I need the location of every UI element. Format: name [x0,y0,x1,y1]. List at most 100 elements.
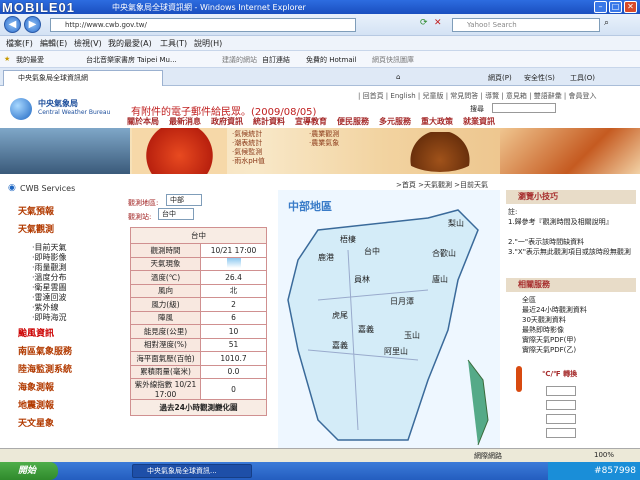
menu-edit[interactable]: 編輯(E) [40,38,67,49]
service-link[interactable]: 30天觀測資料 [522,316,566,325]
maximize-button[interactable]: □ [609,1,622,13]
map-place[interactable]: 日月潭 [390,296,414,307]
service-link[interactable]: 實際天氣PDF(乙) [522,346,576,355]
breadcrumb[interactable]: >首頁 >天氣觀測 >目前天氣 [396,180,488,190]
map-place[interactable]: 鹿港 [318,252,334,263]
nav-news[interactable]: 最新消息 [169,116,201,127]
taskbar: 開始 中央氣象局全球資訊... #857998 [0,462,640,480]
submenu-item[interactable]: ‧農業氣象 [309,139,339,148]
star-icon: ★ [4,55,11,63]
fav-link-4[interactable]: 免費的 Hotmail [306,55,357,65]
submenu-item[interactable]: ‧雨水pH值 [232,157,265,166]
tips-title: 瀏覽小技巧 [506,190,636,204]
nav-edu[interactable]: 宣導教育 [295,116,327,127]
cwb-services-icon: ◉ [8,183,16,193]
taskbar-item-ie[interactable]: 中央氣象局全球資訊... [132,464,252,478]
nav-gov[interactable]: 政府資訊 [211,116,243,127]
nav-policy[interactable]: 重大政策 [421,116,453,127]
map-place[interactable]: 阿里山 [384,346,408,357]
convert-button[interactable] [546,400,576,410]
obs-label: 天氣現象 [130,256,201,271]
service-link[interactable]: 最近24小時觀測資料 [522,306,587,315]
zoom-level[interactable]: 100% [594,451,614,459]
sidebar-item-astro[interactable]: 天文星象 [18,416,54,429]
forward-button[interactable]: ▶ [24,16,41,33]
sidebar-item-south[interactable]: 南區氣象服務 [18,344,72,357]
map-place[interactable]: 台中 [364,246,380,257]
search-icon[interactable]: ⌕ [604,18,609,28]
search-input[interactable]: Yahoo! Search [452,18,600,32]
tab-cwb[interactable]: 中央氣象局全球資訊網 [3,70,163,86]
menu-bar: 檔案(F) 編輯(E) 檢視(V) 我的最愛(A) 工具(T) 說明(H) [0,36,640,51]
menu-help[interactable]: 說明(H) [194,38,222,49]
obs-value: 51 [200,337,267,352]
favorites-button[interactable]: 我的最愛 [16,55,44,65]
menu-view[interactable]: 檢視(V) [74,38,102,49]
map-place[interactable]: 嘉義 [332,340,348,351]
refresh-icon[interactable]: ⟳ [420,18,428,28]
cwb-logo-icon [10,98,32,120]
site-search-input[interactable] [492,103,556,113]
fav-link-2[interactable]: 建議的網站 [222,55,257,65]
address-input[interactable]: http://www.cwb.gov.tw/ [50,18,356,32]
obs-label: 累積雨量(毫米) [130,364,201,379]
submenu-item[interactable]: ‧農業觀測 [309,130,339,139]
map-place[interactable]: 梧棲 [340,234,356,245]
nav-about[interactable]: 關於本局 [127,116,159,127]
obs-value: 北 [200,283,267,298]
submenu-item[interactable]: ‧氣候統計 [232,130,265,139]
obs-label: 溫度(℃) [130,270,201,285]
stop-icon[interactable]: ✕ [434,18,442,28]
close-button[interactable]: ✕ [624,1,637,13]
minimize-button[interactable]: – [594,1,607,13]
history-chart-link[interactable]: 過去24小時觀測變化圖 [130,399,267,416]
service-link[interactable]: 最熱即時影像 [522,326,564,335]
menu-tools[interactable]: 工具(T) [160,38,187,49]
sidebar-item-monitor[interactable]: 陸海監測系統 [18,362,72,375]
map-place[interactable]: 嘉義 [358,324,374,335]
nav-stats[interactable]: 統計資料 [253,116,285,127]
submenu-item[interactable]: ‧氣候監測 [232,148,265,157]
tools-menu[interactable]: 工具(O) [570,73,595,83]
sidebar-item-observation[interactable]: 天氣觀測 [18,222,54,235]
fav-link-1[interactable]: 台北音樂家書房 Taipei Mu... [86,55,177,65]
sidebar-item-forecast[interactable]: 天氣預報 [18,204,54,217]
site-top-links[interactable]: | 回首頁 | English | 兒童版 | 常見問答 | 導覽 | 意見箱 … [358,91,597,101]
submenu-item[interactable]: ‧潮表統計 [232,139,265,148]
nav-service[interactable]: 便民服務 [337,116,369,127]
home-icon[interactable]: ⌂ [396,73,400,81]
safety-menu[interactable]: 安全性(S) [524,73,555,83]
convert-button-2[interactable] [546,428,576,438]
nav-multi[interactable]: 多元服務 [379,116,411,127]
fav-link-3[interactable]: 自訂連結 [262,55,290,65]
map-place[interactable]: 廬山 [432,274,448,285]
page-menu[interactable]: 網頁(P) [488,73,512,83]
sidebar-item-marine[interactable]: 海象測報 [18,380,54,393]
area-select[interactable]: 中部 [166,194,202,206]
map-place[interactable]: 虎尾 [332,310,348,321]
map-place[interactable]: 合歡山 [432,248,456,259]
menu-favorites[interactable]: 我的最愛(A) [108,38,152,49]
celsius-input[interactable] [546,386,576,396]
map-place[interactable]: 員林 [354,274,370,285]
fav-link-5[interactable]: 網頁快訊圖庫 [372,55,414,65]
sidebar-item-typhoon[interactable]: 颱風資訊 [18,326,54,339]
service-link[interactable]: 實際天氣PDF(甲) [522,336,576,345]
service-link[interactable]: 全區 [522,296,536,305]
back-button[interactable]: ◀ [4,16,21,33]
start-button[interactable]: 開始 [0,462,58,480]
tip-line[interactable]: 1.歸參考『觀測時間及相關說明』 [508,218,634,227]
left-sidebar: ◉ CWB Services 天氣預報 天氣觀測 ‧目前天氣 ‧即時影像 ‧雨量… [0,182,124,448]
fahrenheit-input[interactable] [546,414,576,424]
window-titlebar: MOBILE01 中央氣象局全球資訊網 - Windows Internet E… [0,0,640,15]
tip-line: 註: [508,208,518,216]
obs-value: 6 [200,310,267,325]
sidebar-item-quake[interactable]: 地震測報 [18,398,54,411]
sidebar-sub-sea[interactable]: ‧即時海況 [32,312,67,323]
cwb-logo[interactable]: 中央氣象局 Central Weather Bureau [8,96,118,126]
station-select[interactable]: 台中 [158,208,194,220]
menu-file[interactable]: 檔案(F) [6,38,33,49]
map-place[interactable]: 玉山 [404,330,420,341]
map-place[interactable]: 梨山 [448,218,464,229]
thermometer-icon [516,366,522,392]
